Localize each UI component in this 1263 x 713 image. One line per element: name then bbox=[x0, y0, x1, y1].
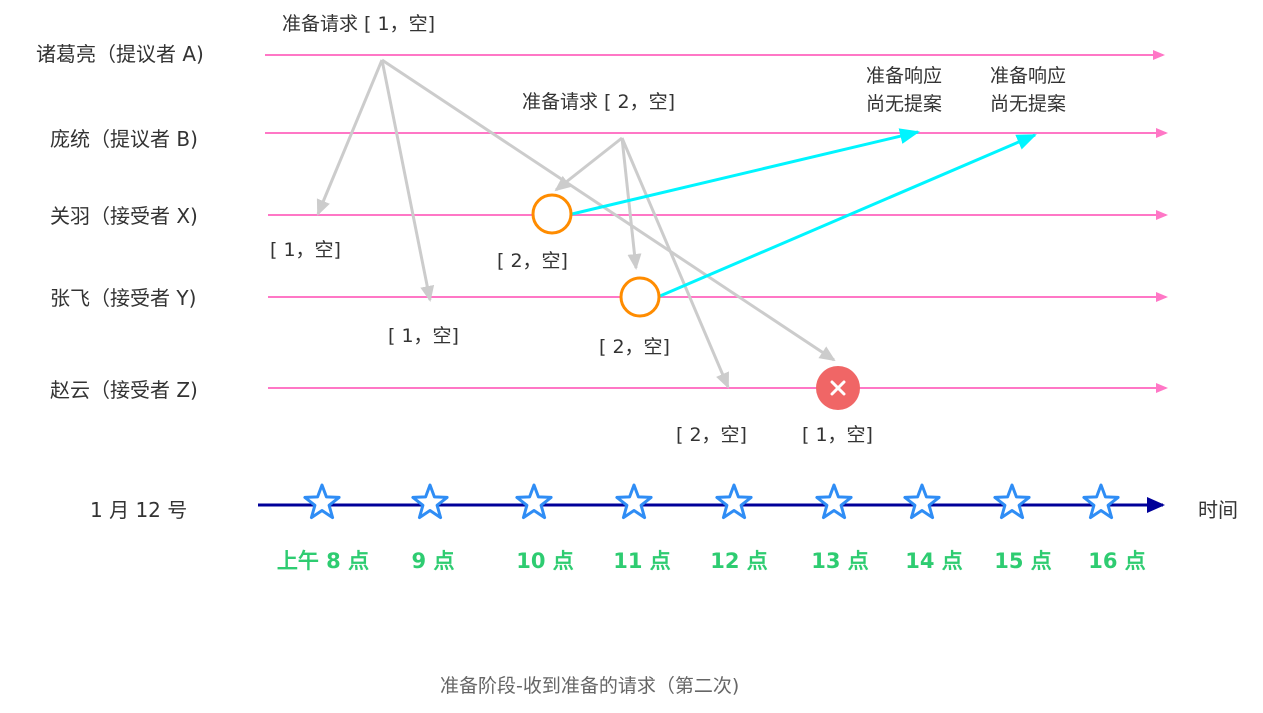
accept-circle-x bbox=[531, 193, 573, 235]
z-value-2-label: [ 2，空] bbox=[676, 424, 747, 446]
prepare-response-2-line2: 尚无提案 bbox=[990, 93, 1066, 115]
participant-label-x: 关羽（接受者 X) bbox=[50, 204, 198, 228]
star-icon bbox=[903, 483, 941, 520]
prepare-response-2-line1: 准备响应 bbox=[990, 65, 1066, 87]
star-icon bbox=[993, 483, 1031, 520]
star-icon bbox=[715, 483, 753, 520]
prepare-request-1-label: 准备请求 [ 1，空] bbox=[282, 13, 435, 35]
star-icon bbox=[615, 483, 653, 520]
time-tick-label: 12 点 bbox=[710, 549, 768, 573]
star-icon bbox=[815, 483, 853, 520]
timeline-ticks: 上午 8 点 9 点 10 点 11 点 12 点 13 点 14 点 15 点 16 点 bbox=[277, 483, 1146, 573]
reject-icon bbox=[816, 366, 860, 410]
accept-circle-y bbox=[619, 276, 661, 318]
time-tick-label: 9 点 bbox=[412, 549, 455, 573]
y-value-1-label: [ 1，空] bbox=[388, 325, 459, 347]
participant-label-y: 张飞（接受者 Y) bbox=[50, 286, 196, 310]
star-icon bbox=[1082, 483, 1120, 520]
paxos-diagram: 诸葛亮（提议者 A) 庞统（提议者 B) 关羽（接受者 X) 张飞（接受者 Y)… bbox=[36, 13, 1238, 697]
time-tick-label: 16 点 bbox=[1088, 549, 1146, 573]
participant-label-b: 庞统（提议者 B) bbox=[50, 127, 198, 151]
star-icon bbox=[303, 483, 341, 520]
x-value-2-label: [ 2，空] bbox=[497, 250, 568, 272]
figure-caption: 准备阶段-收到准备的请求（第二次) bbox=[440, 675, 739, 697]
time-tick-label: 10 点 bbox=[516, 549, 574, 573]
prepare-response-1-line2: 尚无提案 bbox=[866, 93, 942, 115]
y-value-2-label: [ 2，空] bbox=[599, 336, 670, 358]
request-arrow-a-to-x bbox=[316, 59, 384, 216]
prepare-request-2-label: 准备请求 [ 2，空] bbox=[522, 91, 675, 113]
time-tick-label: 上午 8 点 bbox=[277, 549, 369, 573]
star-icon bbox=[411, 483, 449, 520]
participant-label-z: 赵云（接受者 Z) bbox=[50, 378, 198, 402]
prepare-response-1-line1: 准备响应 bbox=[866, 65, 942, 87]
time-tick-label: 14 点 bbox=[905, 549, 963, 573]
x-value-1-label: [ 1，空] bbox=[270, 239, 341, 261]
request-arrow-b-to-x bbox=[554, 136, 623, 192]
timeline-date-label: 1 月 12 号 bbox=[90, 498, 187, 522]
time-tick-label: 11 点 bbox=[613, 549, 671, 573]
z-value-1-label: [ 1，空] bbox=[802, 424, 873, 446]
time-tick-label: 13 点 bbox=[811, 549, 869, 573]
participant-label-a: 诸葛亮（提议者 A) bbox=[36, 42, 204, 66]
timeline-axis-label: 时间 bbox=[1198, 498, 1238, 522]
request-arrow-a-to-y bbox=[380, 59, 435, 302]
star-icon bbox=[515, 483, 553, 520]
time-tick-label: 15 点 bbox=[994, 549, 1052, 573]
